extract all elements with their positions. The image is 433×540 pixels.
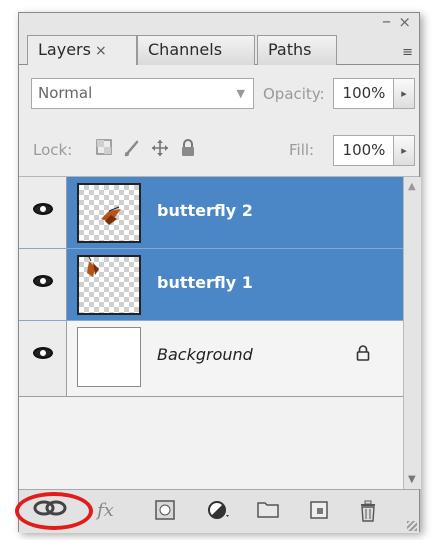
scrollbar[interactable]: ▲ ▼ [403, 177, 421, 489]
dropdown-arrow-icon: ▼ [236, 87, 245, 100]
layer-thumbnail [77, 327, 141, 387]
blend-row: Normal ▼ Opacity: 100% ▸ [19, 65, 419, 123]
opacity-label: Opacity: [263, 85, 325, 103]
bottom-toolbar: fx [15, 489, 419, 533]
layer-thumbnail [77, 255, 141, 315]
tab-paths-label: Paths [268, 40, 312, 59]
layer-name[interactable]: butterfly 2 [157, 201, 253, 220]
eye-icon [33, 347, 53, 359]
layer-lock-icon [356, 345, 370, 365]
layer-thumbnail [77, 183, 141, 243]
adjustment-layer-icon[interactable] [207, 500, 229, 526]
lock-all-padlock-icon[interactable] [179, 139, 197, 157]
lock-icons [95, 139, 197, 157]
tab-close-icon[interactable]: × [95, 43, 107, 59]
layer-row-background[interactable]: Background [19, 321, 403, 397]
tab-channels-label: Channels [148, 40, 223, 59]
tab-channels[interactable]: Channels [137, 35, 255, 66]
eye-icon [33, 203, 53, 215]
link-layers-icon[interactable] [33, 498, 67, 524]
blend-mode-select[interactable]: Normal ▼ [31, 78, 254, 109]
trash-icon[interactable] [359, 500, 377, 528]
opacity-input[interactable]: 100% [333, 78, 395, 109]
layer-name[interactable]: butterfly 1 [157, 273, 253, 292]
fill-input[interactable]: 100% [333, 135, 395, 166]
eye-icon [33, 275, 53, 287]
lock-label: Lock: [33, 141, 73, 159]
layer-row-butterfly-2[interactable]: butterfly 2 [19, 177, 403, 249]
lock-row: Lock: Fill: 100% ▸ [19, 123, 419, 177]
minimize-icon[interactable]: – [382, 13, 391, 31]
butterfly-thumbnail-icon [87, 256, 99, 277]
fill-slider-button[interactable]: ▸ [393, 135, 415, 166]
resize-grip[interactable] [407, 521, 417, 531]
tab-paths[interactable]: Paths [257, 35, 337, 66]
tab-layers-label: Layers [38, 40, 91, 59]
lock-position-move-icon[interactable] [151, 139, 169, 157]
lock-image-brush-icon[interactable] [123, 139, 141, 157]
tab-bar: Layers × Channels Paths – × ≡ [19, 13, 419, 67]
butterfly-thumbnail-icon [101, 206, 121, 225]
lock-transparent-icon[interactable] [95, 139, 113, 157]
visibility-toggle[interactable] [19, 321, 67, 396]
tab-layers[interactable]: Layers × [27, 35, 137, 67]
fill-label: Fill: [289, 141, 315, 159]
panel-menu-icon[interactable]: ≡ [402, 45, 413, 60]
opacity-slider-button[interactable]: ▸ [393, 78, 415, 109]
visibility-toggle[interactable] [19, 177, 67, 248]
layers-panel: Layers × Channels Paths – × ≡ Normal ▼ Op… [15, 12, 421, 533]
visibility-toggle[interactable] [19, 249, 67, 320]
fx-icon[interactable]: fx [97, 500, 114, 522]
scroll-up-icon[interactable]: ▲ [408, 181, 416, 192]
layers-list: butterfly 2 butterfly 1 Background [19, 177, 403, 489]
layer-row-butterfly-1[interactable]: butterfly 1 [19, 249, 403, 321]
layer-mask-icon[interactable] [155, 500, 175, 526]
layer-name[interactable]: Background [157, 345, 253, 364]
close-icon[interactable]: × [398, 15, 411, 30]
scroll-down-icon[interactable]: ▼ [408, 474, 416, 485]
new-layer-icon[interactable] [309, 500, 329, 526]
new-group-icon[interactable] [257, 500, 279, 524]
blend-mode-value: Normal [38, 84, 93, 102]
